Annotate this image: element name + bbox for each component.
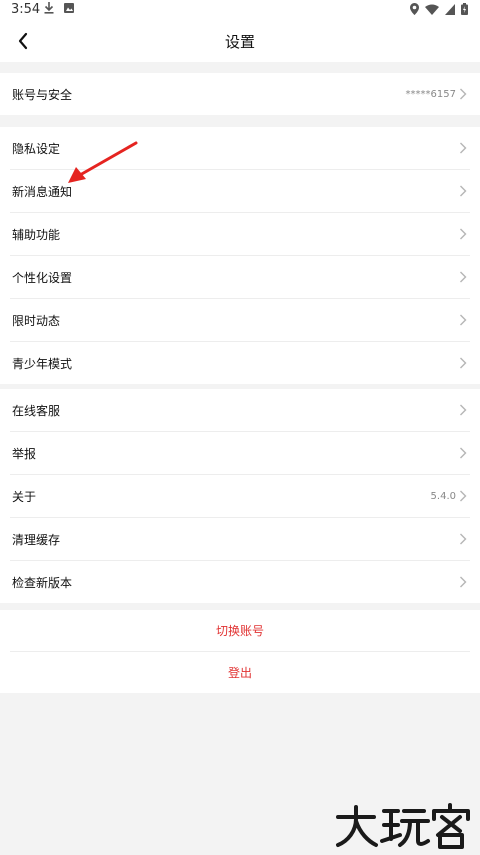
chevron-right-icon [460, 490, 467, 502]
chevron-right-icon [460, 357, 467, 369]
battery-charging-icon [461, 3, 468, 15]
image-notification-icon [64, 3, 74, 13]
chevron-right-icon [460, 533, 467, 545]
chevron-right-icon [460, 314, 467, 326]
row-label: 新消息通知 [12, 184, 73, 199]
settings-row-notifications[interactable]: 新消息通知 [0, 170, 480, 212]
settings-row-stories[interactable]: 限时动态 [0, 299, 480, 341]
chevron-right-icon [460, 447, 467, 459]
download-icon [44, 2, 54, 14]
chevron-right-icon [460, 228, 467, 240]
app-version-value: 5.4.0 [430, 490, 456, 502]
settings-row-customer-service[interactable]: 在线客服 [0, 389, 480, 431]
location-icon [410, 3, 419, 15]
row-label: 举报 [12, 446, 37, 461]
settings-row-check-update[interactable]: 检查新版本 [0, 561, 480, 603]
chevron-right-icon [460, 142, 467, 154]
chevron-right-icon [460, 404, 467, 416]
status-time: 3:54 [11, 2, 41, 17]
row-label: 隐私设定 [12, 141, 61, 156]
chevron-right-icon [460, 185, 467, 197]
settings-row-account-security[interactable]: 账号与安全 *****6157 [0, 73, 480, 115]
settings-row-report[interactable]: 举报 [0, 432, 480, 474]
row-label: 关于 [12, 489, 37, 504]
settings-row-personalization[interactable]: 个性化设置 [0, 256, 480, 298]
page-title: 设置 [224, 33, 255, 51]
settings-row-about[interactable]: 关于 5.4.0 [0, 475, 480, 517]
watermark-logo [336, 803, 470, 849]
settings-row-privacy[interactable]: 隐私设定 [0, 127, 480, 169]
settings-group-preferences: 隐私设定 新消息通知 辅助功能 个性化设置 限时动态 青少年模式 [0, 127, 480, 384]
switch-account-button[interactable]: 切换账号 [0, 610, 480, 651]
chevron-right-icon [460, 88, 467, 100]
row-label: 账号与安全 [12, 87, 73, 102]
row-label: 辅助功能 [12, 227, 61, 242]
row-label: 检查新版本 [12, 575, 73, 590]
settings-row-teen-mode[interactable]: 青少年模式 [0, 342, 480, 384]
settings-group-account: 账号与安全 *****6157 [0, 73, 480, 115]
settings-row-accessibility[interactable]: 辅助功能 [0, 213, 480, 255]
chevron-right-icon [460, 576, 467, 588]
cell-signal-icon [445, 3, 455, 15]
status-bar: 3:54 [0, 0, 480, 20]
account-actions-group: 切换账号 登出 [0, 610, 480, 693]
settings-group-support: 在线客服 举报 关于 5.4.0 清理缓存 检查新版本 [0, 389, 480, 603]
row-label: 青少年模式 [12, 356, 73, 371]
row-label: 限时动态 [12, 313, 61, 328]
wifi-icon [425, 4, 439, 15]
logout-button[interactable]: 登出 [0, 652, 480, 693]
row-label: 个性化设置 [12, 270, 73, 285]
row-label: 在线客服 [12, 403, 61, 418]
settings-row-clear-cache[interactable]: 清理缓存 [0, 518, 480, 560]
top-app-bar: 设置 [0, 20, 480, 62]
account-id-value: *****6157 [405, 88, 456, 100]
row-label: 清理缓存 [12, 532, 61, 547]
chevron-right-icon [460, 271, 467, 283]
